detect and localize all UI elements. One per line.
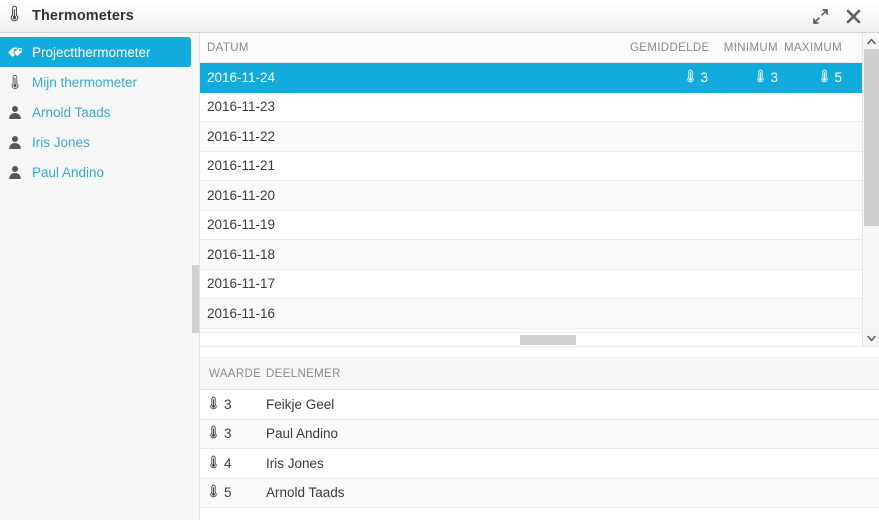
grid-separator [200,346,879,358]
window-title-group: Thermometers [9,5,134,27]
cell-minimum: 3 [708,69,778,86]
cell-waarde: 5 [200,484,258,501]
person-icon [6,135,24,150]
tags-icon [6,45,24,60]
sidebar-item-label: Mijn thermometer [32,74,138,90]
cell-value: 5 [834,69,842,85]
person-icon [6,165,24,180]
scroll-down-icon[interactable] [863,330,879,346]
thermometer-icon [820,69,829,86]
cell-value: 3 [700,69,708,85]
cell-value: 4 [224,455,232,471]
expand-icon[interactable] [812,8,829,25]
cell-value: 3 [224,426,232,442]
window-title: Thermometers [32,8,134,24]
sidebar-item-projectthermometer[interactable]: Projectthermometer [0,37,191,67]
window-controls [812,8,869,25]
window-body: Projectthermometer Mijn thermometer Arno… [0,33,879,520]
cell-deelnemer: Feikje Geel [266,396,335,412]
table-row[interactable]: 2016-11-24 3 3 5 [200,63,879,93]
cell-datum: 2016-11-17 [207,276,276,292]
cell-maximum: 5 [778,69,850,86]
sidebar: Projectthermometer Mijn thermometer Arno… [0,33,200,520]
cell-deelnemer: Iris Jones [266,455,324,471]
table-row[interactable]: 2016-11-16 [200,299,879,329]
list-item[interactable]: 5 Arnold Taads [200,478,879,508]
sidebar-item-label: Projectthermometer [32,44,151,60]
dates-grid-hscrollbar[interactable] [200,332,879,346]
sidebar-item-arnold-taads[interactable]: Arnold Taads [0,97,191,127]
thermometer-icon [209,425,218,442]
window-titlebar: Thermometers [0,0,879,33]
cell-datum: 2016-11-20 [207,187,276,203]
cell-datum: 2016-11-24 [207,69,276,85]
sidebar-item-label: Iris Jones [32,134,90,150]
thermometer-icon [9,5,23,27]
cell-datum: 2016-11-19 [207,217,276,233]
person-icon [6,105,24,120]
participants-grid: WAARDE DEELNEMER 3 Feikje Geel 3 Paul An… [200,358,879,520]
participants-grid-header: WAARDE DEELNEMER [200,358,879,390]
cell-value: 5 [224,485,232,501]
dates-grid-vscrollbar-thumb[interactable] [864,49,879,226]
table-row[interactable]: 2016-11-22 [200,122,879,152]
participants-grid-rows: 3 Feikje Geel 3 Paul Andino 4 Iris Jones… [200,390,879,520]
cell-datum: 2016-11-18 [207,246,276,262]
sidebar-item-iris-jones[interactable]: Iris Jones [0,127,191,157]
cell-value: 3 [224,396,232,412]
dates-grid-rows: 2016-11-24 3 3 5 2016-11-23 2016-11-22 2… [200,63,879,332]
table-row[interactable]: 2016-11-19 [200,210,879,240]
main-content: DATUM GEMIDDELDE MINIMUM MAXIMUM 2016-11… [200,33,879,520]
sidebar-item-mijn-thermometer[interactable]: Mijn thermometer [0,67,191,97]
column-header-gemiddelde[interactable]: GEMIDDELDE [630,42,709,54]
column-header-waarde[interactable]: WAARDE [200,368,261,380]
sidebar-scrollbar-thumb[interactable] [192,265,199,333]
thermometer-icon [209,484,218,501]
thermometers-window: Thermometers Projectthermometer Mijn the… [0,0,879,520]
cell-datum: 2016-11-23 [207,99,276,115]
list-item[interactable]: 3 Feikje Geel [200,390,879,420]
column-header-deelnemer[interactable]: DEELNEMER [258,368,879,380]
column-header-datum[interactable]: DATUM [200,42,630,54]
cell-waarde: 3 [200,396,258,413]
cell-datum: 2016-11-16 [207,305,276,321]
cell-gemiddelde: 3 [630,69,708,86]
dates-grid-vscrollbar-track[interactable] [863,49,879,330]
cell-datum: 2016-11-21 [207,158,276,174]
thermometer-icon [209,455,218,472]
thermometer-icon [209,396,218,413]
list-item[interactable]: 4 Iris Jones [200,449,879,479]
cell-deelnemer: Arnold Taads [266,485,345,501]
column-header-maximum[interactable]: MAXIMUM [778,42,850,54]
table-row[interactable]: 2016-11-23 [200,92,879,122]
cell-waarde: 3 [200,425,258,442]
dates-grid-header: DATUM GEMIDDELDE MINIMUM MAXIMUM [200,33,879,63]
thermometer-icon [686,69,695,86]
table-row[interactable]: 2016-11-21 [200,151,879,181]
dates-grid-hscrollbar-thumb[interactable] [520,335,576,345]
thermometer-icon [756,69,765,86]
cell-waarde: 4 [200,455,258,472]
list-item[interactable]: 3 Paul Andino [200,419,879,449]
cell-deelnemer: Paul Andino [266,426,339,442]
close-icon[interactable] [845,8,862,25]
sidebar-item-paul-andino[interactable]: Paul Andino [0,157,191,187]
column-header-minimum[interactable]: MINIMUM [708,42,778,54]
table-row[interactable]: 2016-11-17 [200,269,879,299]
sidebar-item-label: Paul Andino [32,164,105,180]
scroll-up-icon[interactable] [863,33,879,49]
dates-grid: DATUM GEMIDDELDE MINIMUM MAXIMUM 2016-11… [200,33,879,346]
cell-datum: 2016-11-22 [207,128,276,144]
cell-value: 3 [770,69,778,85]
thermometer-icon [6,74,24,90]
table-row[interactable]: 2016-11-18 [200,240,879,270]
dates-grid-vscrollbar[interactable] [862,33,879,346]
table-row[interactable]: 2016-11-20 [200,181,879,211]
sidebar-item-label: Arnold Taads [32,104,111,120]
